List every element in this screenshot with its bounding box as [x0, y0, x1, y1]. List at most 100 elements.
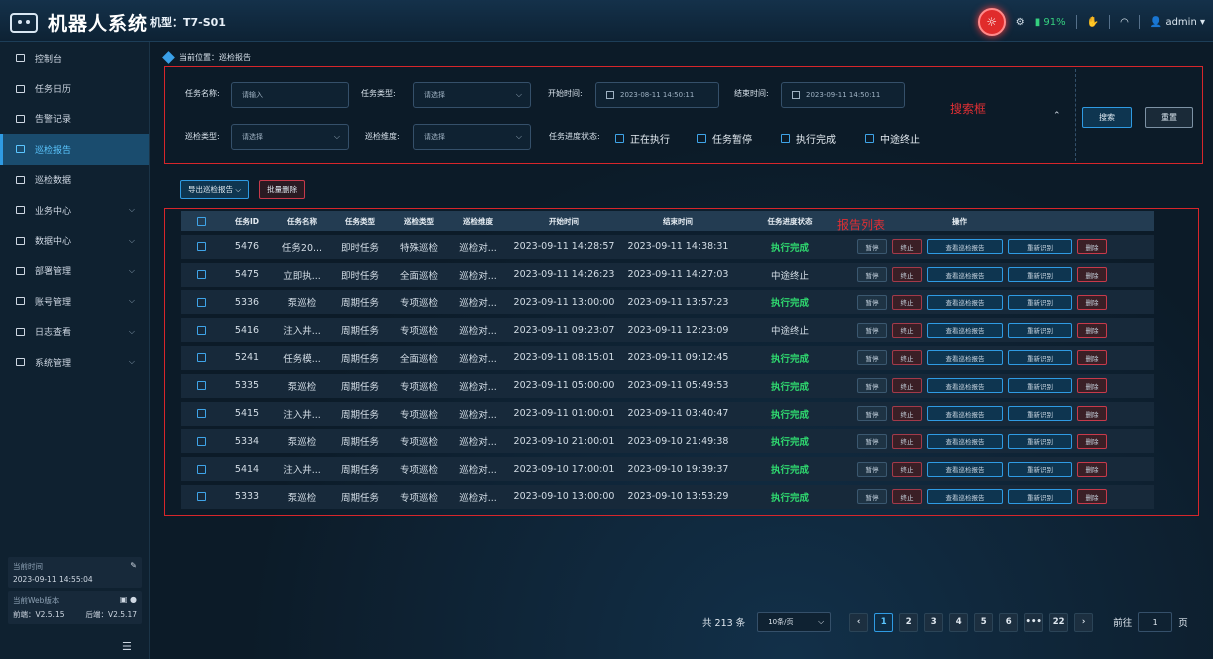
page-button[interactable]: ••• — [1024, 612, 1044, 632]
next-page-button[interactable]: › — [1074, 612, 1094, 632]
pause-button[interactable]: 暂停 — [857, 378, 887, 394]
view-report-button[interactable]: 查看巡检报告 — [927, 350, 1003, 366]
row-checkbox[interactable] — [196, 242, 206, 252]
stop-button[interactable]: 终止 — [892, 294, 922, 310]
re-recognize-button[interactable]: 重新识别 — [1008, 433, 1072, 449]
task-type-select[interactable]: 请选择 ⌵ — [413, 82, 531, 108]
page-button[interactable]: 3 — [924, 612, 944, 632]
page-button[interactable]: 6 — [999, 612, 1019, 632]
re-recognize-button[interactable]: 重新识别 — [1008, 489, 1072, 505]
re-recognize-button[interactable]: 重新识别 — [1008, 406, 1072, 422]
reset-button[interactable]: 重置 — [1145, 107, 1193, 128]
stop-button[interactable]: 终止 — [892, 322, 922, 338]
pause-button[interactable]: 暂停 — [857, 267, 887, 283]
view-report-button[interactable]: 查看巡检报告 — [927, 406, 1003, 422]
sidebar-item-7[interactable]: 部署管理 ⌵ — [0, 256, 149, 286]
export-report-button[interactable]: 导出巡检报告 ⌵ — [180, 180, 250, 199]
start-time-picker[interactable]: 2023-08-11 14:50:11 — [595, 82, 719, 108]
sidebar-item-3[interactable]: 巡检报告 — [0, 134, 149, 165]
view-report-button[interactable]: 查看巡检报告 — [927, 267, 1003, 283]
row-checkbox[interactable] — [196, 353, 206, 363]
sidebar-item-9[interactable]: 日志查看 ⌵ — [0, 317, 149, 347]
view-report-button[interactable]: 查看巡检报告 — [927, 294, 1003, 310]
edit-icon[interactable]: ✎ — [130, 561, 137, 570]
page-button[interactable]: 4 — [949, 612, 969, 632]
version-info-icon[interactable]: ▣ ● — [120, 595, 137, 604]
delete-button[interactable]: 删除 — [1077, 433, 1107, 449]
row-checkbox[interactable] — [196, 464, 206, 474]
delete-button[interactable]: 删除 — [1077, 350, 1107, 366]
user-menu[interactable]: 👤 admin ▾ — [1150, 17, 1205, 28]
pause-button[interactable]: 暂停 — [857, 406, 887, 422]
task-name-input[interactable]: 请输入 — [231, 82, 349, 108]
inspect-type-select[interactable]: 请选择 ⌵ — [231, 124, 349, 150]
stop-button[interactable]: 终止 — [892, 239, 922, 255]
re-recognize-button[interactable]: 重新识别 — [1008, 267, 1072, 283]
collapse-sidebar-icon[interactable]: ☰ — [122, 640, 132, 653]
alarm-button[interactable]: ☼ — [977, 8, 1006, 36]
sidebar-item-8[interactable]: 账号管理 ⌵ — [0, 286, 149, 316]
pause-button[interactable]: 暂停 — [857, 433, 887, 449]
hand-icon[interactable]: ✋ — [1087, 17, 1099, 28]
sidebar-item-6[interactable]: 数据中心 ⌵ — [0, 225, 149, 255]
page-button[interactable]: 22 — [1049, 612, 1069, 632]
sidebar-item-5[interactable]: 业务中心 ⌵ — [0, 195, 149, 225]
view-report-button[interactable]: 查看巡检报告 — [927, 322, 1003, 338]
stop-button[interactable]: 终止 — [892, 433, 922, 449]
row-checkbox[interactable] — [196, 409, 206, 419]
pause-button[interactable]: 暂停 — [857, 489, 887, 505]
re-recognize-button[interactable]: 重新识别 — [1008, 239, 1072, 255]
pause-button[interactable]: 暂停 — [857, 461, 887, 477]
row-checkbox[interactable] — [196, 381, 206, 391]
view-report-button[interactable]: 查看巡检报告 — [927, 378, 1003, 394]
sidebar-item-2[interactable]: 告警记录 — [0, 104, 149, 134]
stop-button[interactable]: 终止 — [892, 378, 922, 394]
status-complete[interactable]: 执行完成 — [781, 131, 836, 146]
end-time-picker[interactable]: 2023-09-11 14:50:11 — [781, 82, 905, 108]
delete-button[interactable]: 删除 — [1077, 267, 1107, 283]
collapse-search-icon[interactable]: ⌃ — [1053, 111, 1061, 121]
row-checkbox[interactable] — [196, 436, 206, 446]
prev-page-button[interactable]: ‹ — [849, 612, 869, 632]
sidebar-item-1[interactable]: 任务日历 — [0, 73, 149, 103]
delete-button[interactable]: 删除 — [1077, 461, 1107, 477]
sidebar-item-10[interactable]: 系统管理 ⌵ — [0, 347, 149, 377]
stop-button[interactable]: 终止 — [892, 350, 922, 366]
row-checkbox[interactable] — [196, 270, 206, 280]
stop-button[interactable]: 终止 — [892, 461, 922, 477]
stop-button[interactable]: 终止 — [892, 267, 922, 283]
pause-button[interactable]: 暂停 — [857, 350, 887, 366]
stop-button[interactable]: 终止 — [892, 489, 922, 505]
delete-button[interactable]: 删除 — [1077, 294, 1107, 310]
status-paused[interactable]: 任务暂停 — [697, 131, 752, 146]
status-executing[interactable]: 正在执行 — [615, 131, 670, 146]
delete-button[interactable]: 删除 — [1077, 239, 1107, 255]
view-report-button[interactable]: 查看巡检报告 — [927, 461, 1003, 477]
pause-button[interactable]: 暂停 — [857, 294, 887, 310]
re-recognize-button[interactable]: 重新识别 — [1008, 461, 1072, 477]
delete-button[interactable]: 删除 — [1077, 322, 1107, 338]
view-report-button[interactable]: 查看巡检报告 — [927, 239, 1003, 255]
row-checkbox[interactable] — [196, 492, 206, 502]
goto-page-input[interactable]: 1 — [1138, 612, 1173, 632]
page-button[interactable]: 2 — [899, 612, 919, 632]
select-all-checkbox[interactable] — [196, 216, 206, 226]
view-report-button[interactable]: 查看巡检报告 — [927, 433, 1003, 449]
delete-button[interactable]: 删除 — [1077, 489, 1107, 505]
re-recognize-button[interactable]: 重新识别 — [1008, 322, 1072, 338]
stop-button[interactable]: 终止 — [892, 406, 922, 422]
view-report-button[interactable]: 查看巡检报告 — [927, 489, 1003, 505]
pause-button[interactable]: 暂停 — [857, 322, 887, 338]
sidebar-item-0[interactable]: 控制台 — [0, 43, 149, 73]
row-checkbox[interactable] — [196, 297, 206, 307]
row-checkbox[interactable] — [196, 325, 206, 335]
robot-status-icon[interactable]: ⚙ — [1016, 17, 1025, 28]
page-button[interactable]: 5 — [974, 612, 994, 632]
batch-delete-button[interactable]: 批量删除 — [259, 180, 306, 199]
search-button[interactable]: 搜索 — [1082, 107, 1132, 128]
page-size-select[interactable]: 10条/页 ⌵ — [757, 612, 832, 632]
delete-button[interactable]: 删除 — [1077, 378, 1107, 394]
status-terminated[interactable]: 中途终止 — [865, 131, 920, 146]
sidebar-item-4[interactable]: 巡检数据 — [0, 165, 149, 195]
delete-button[interactable]: 删除 — [1077, 406, 1107, 422]
